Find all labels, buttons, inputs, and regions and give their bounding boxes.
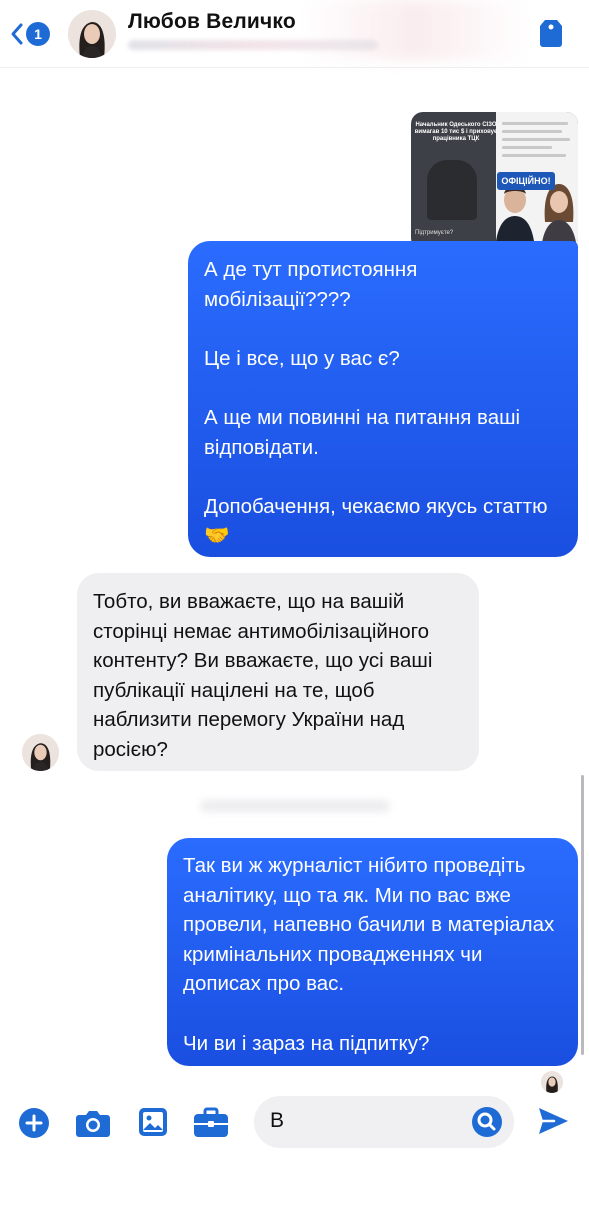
- blurred-timestamp: [200, 800, 390, 812]
- attachment-figure: [427, 160, 477, 220]
- contact-avatar[interactable]: [68, 10, 116, 58]
- contact-name[interactable]: Любов Величко: [128, 10, 296, 34]
- tag-icon[interactable]: [537, 17, 565, 49]
- contact-status-blurred: [128, 40, 378, 50]
- message-bubble-incoming[interactable]: Тобто, ви вважаєте, що на вашій сторінці…: [77, 573, 479, 771]
- back-button[interactable]: 1: [10, 18, 50, 50]
- briefcase-icon[interactable]: [193, 1107, 229, 1139]
- camera-icon[interactable]: [75, 1108, 111, 1138]
- header-blur-overlay: [300, 0, 530, 60]
- sender-avatar[interactable]: [22, 734, 59, 771]
- attachment-man: [495, 186, 535, 250]
- unread-badge: 1: [26, 22, 50, 46]
- message-input[interactable]: В: [254, 1096, 514, 1148]
- plus-icon[interactable]: [18, 1107, 50, 1139]
- image-icon[interactable]: [137, 1106, 169, 1138]
- attachment-caption: Підтримуєте?: [415, 230, 454, 236]
- emoji-icon[interactable]: [471, 1106, 503, 1138]
- read-receipt-avatar: [541, 1071, 563, 1093]
- message-bubble-outgoing[interactable]: А де тут протистояння мобілізації???? Це…: [188, 241, 578, 557]
- chevron-left-icon: [11, 23, 23, 45]
- chat-header: 1 Любов Величко: [0, 0, 589, 68]
- send-icon[interactable]: [536, 1104, 570, 1138]
- attachment-headline: Начальник Одеського СІЗО вимагав 10 тис …: [414, 122, 498, 142]
- image-attachment[interactable]: Начальник Одеського СІЗО вимагав 10 тис …: [411, 112, 578, 250]
- message-bubble-outgoing[interactable]: Так ви ж журналіст нібито проведіть анал…: [167, 838, 578, 1066]
- attachment-official-badge: ОФІЦІЙНО!: [497, 172, 555, 190]
- scrollbar[interactable]: [581, 775, 584, 1055]
- message-input-value: В: [270, 1109, 285, 1132]
